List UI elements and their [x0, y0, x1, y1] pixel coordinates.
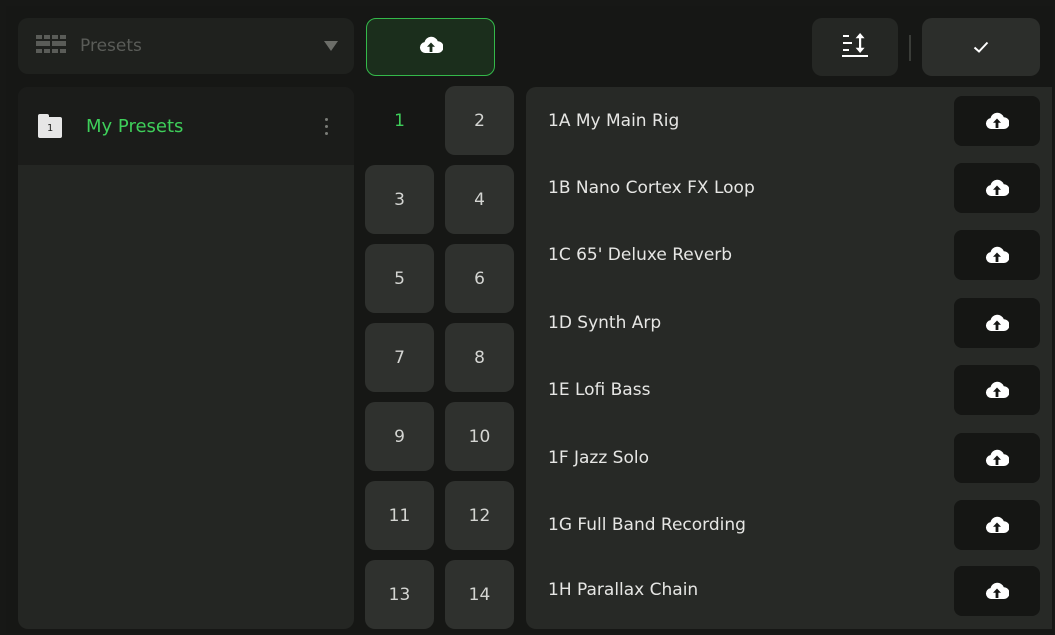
bank-button-10[interactable]: 10: [445, 402, 514, 471]
preset-name: 1C 65' Deluxe Reverb: [548, 245, 733, 265]
bank-button-6[interactable]: 6: [445, 244, 514, 313]
bank-button-7[interactable]: 7: [365, 323, 434, 392]
preset-name: 1F Jazz Solo: [548, 448, 649, 468]
preset-name: 1H Parallax Chain: [548, 580, 699, 600]
list-item[interactable]: 1A My Main Rig: [526, 87, 1052, 154]
list-item[interactable]: 1F Jazz Solo: [526, 422, 1052, 489]
bank-button-3[interactable]: 3: [365, 165, 434, 234]
confirm-button[interactable]: [922, 18, 1040, 76]
preset-name: 1E Lofi Bass: [548, 380, 651, 400]
bank-button-2[interactable]: 2: [445, 86, 514, 155]
preset-upload-button[interactable]: [954, 500, 1040, 550]
cloud-upload-icon: [985, 246, 1009, 264]
more-options-icon[interactable]: [325, 117, 334, 135]
bank-button-12[interactable]: 12: [445, 481, 514, 550]
cloud-upload-icon: [985, 582, 1009, 600]
list-item[interactable]: 1E Lofi Bass: [526, 355, 1052, 422]
cloud-upload-icon: [985, 449, 1009, 467]
bank-button-1[interactable]: 1: [365, 86, 434, 155]
bank-button-9[interactable]: 9: [365, 402, 434, 471]
preset-upload-button[interactable]: [954, 163, 1040, 213]
preset-upload-button[interactable]: [954, 365, 1040, 415]
folder-item-my-presets[interactable]: 1 My Presets: [18, 87, 354, 165]
bank-button-14[interactable]: 14: [445, 560, 514, 629]
cloud-upload-icon: [985, 112, 1009, 130]
cloud-upload-icon: [985, 381, 1009, 399]
bank-button-8[interactable]: 8: [445, 323, 514, 392]
preset-name: 1G Full Band Recording: [548, 515, 746, 535]
cloud-upload-icon: [985, 314, 1009, 332]
preset-name: 1A My Main Rig: [548, 111, 680, 131]
preset-type-dropdown[interactable]: Presets: [18, 18, 354, 74]
preset-upload-button[interactable]: [954, 96, 1040, 146]
cloud-upload-icon: [985, 516, 1009, 534]
list-item[interactable]: 1G Full Band Recording: [526, 489, 1052, 556]
bank-button-11[interactable]: 11: [365, 481, 434, 550]
folder-icon: 1: [38, 114, 62, 138]
preset-name: 1B Nano Cortex FX Loop: [548, 178, 755, 198]
list-item[interactable]: 1B Nano Cortex FX Loop: [526, 154, 1052, 221]
list-item[interactable]: 1H Parallax Chain: [526, 556, 1052, 623]
bank-button-4[interactable]: 4: [445, 165, 514, 234]
checkmark-icon: [973, 38, 989, 57]
preset-upload-button[interactable]: [954, 433, 1040, 483]
preset-dropdown-label: Presets: [80, 36, 142, 56]
folder-name: My Presets: [86, 115, 184, 137]
preset-name: 1D Synth Arp: [548, 313, 662, 333]
preset-upload-button[interactable]: [954, 298, 1040, 348]
bank-button-5[interactable]: 5: [365, 244, 434, 313]
preset-upload-button[interactable]: [954, 566, 1040, 616]
chevron-down-icon: [324, 41, 338, 51]
sort-button[interactable]: [812, 18, 898, 76]
cloud-upload-icon: [985, 179, 1009, 197]
list-item[interactable]: 1D Synth Arp: [526, 288, 1052, 355]
preset-grid-icon: [36, 34, 66, 58]
folder-panel: 1 My Presets: [18, 87, 354, 629]
cloud-upload-icon: [419, 35, 444, 59]
list-item[interactable]: 1C 65' Deluxe Reverb: [526, 221, 1052, 288]
bank-button-13[interactable]: 13: [365, 560, 434, 629]
toolbar-divider: [909, 35, 911, 61]
sort-icon: [841, 32, 869, 62]
folder-number: 1: [46, 123, 54, 134]
preset-list: 1A My Main Rig 1B Nano Cortex FX Loop 1C…: [526, 87, 1052, 629]
upload-button[interactable]: [366, 18, 495, 76]
preset-upload-button[interactable]: [954, 230, 1040, 280]
